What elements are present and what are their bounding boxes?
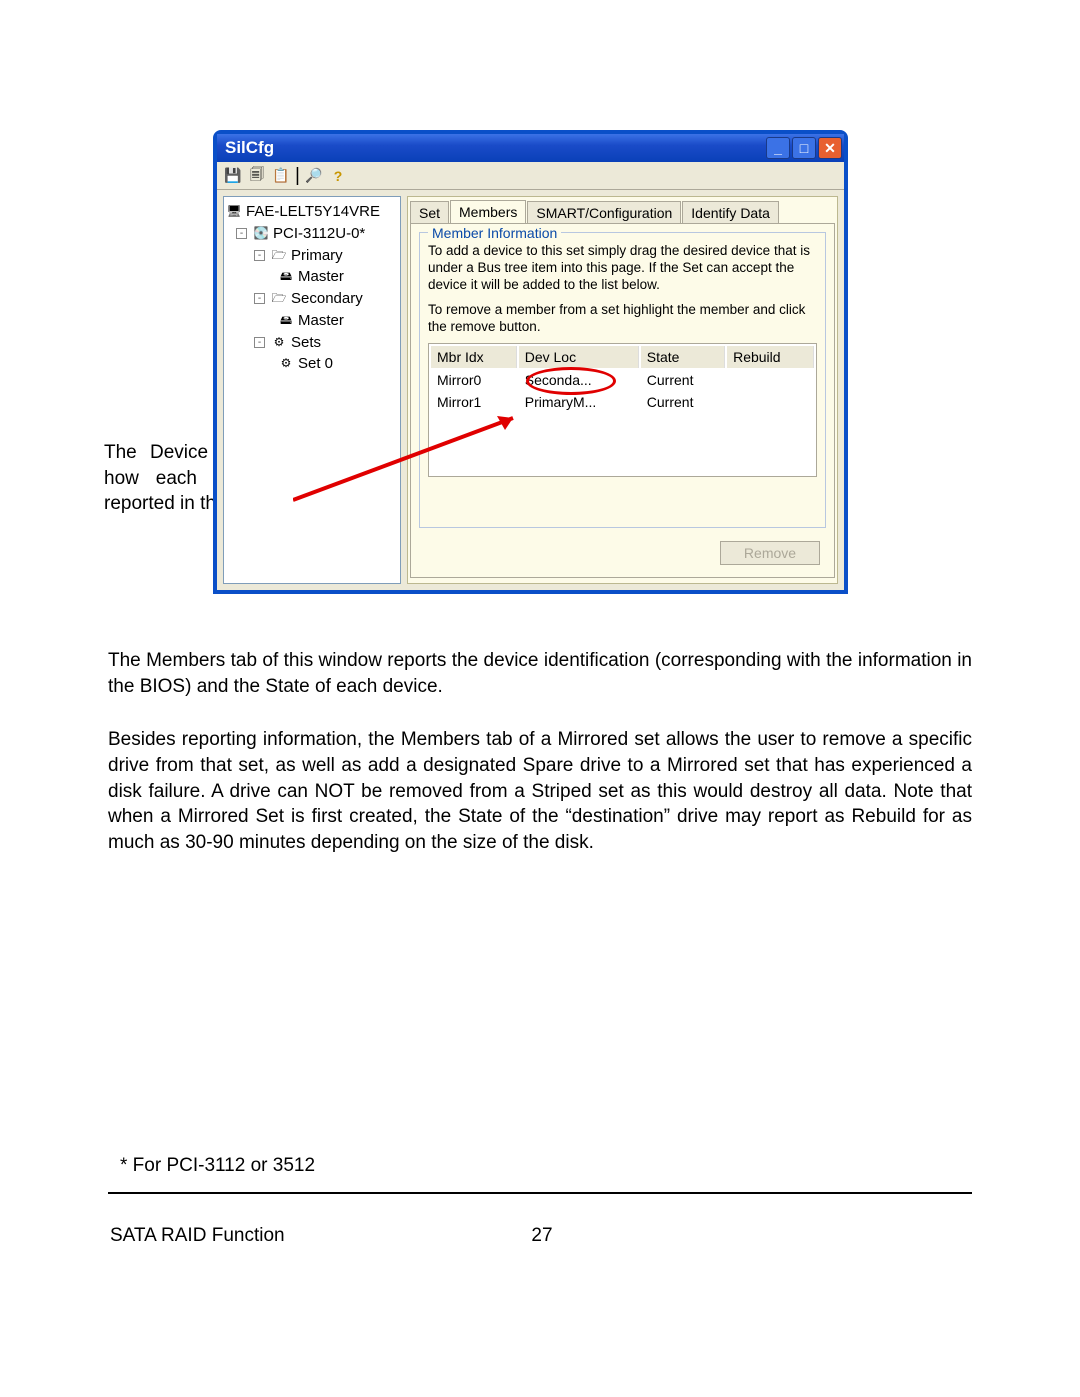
- set-icon: ⚙: [278, 357, 294, 371]
- tree-set0[interactable]: Set 0: [298, 353, 333, 375]
- col-dev-loc[interactable]: Dev Loc: [519, 346, 639, 368]
- table-row[interactable]: Mirror0 Seconda... Current: [431, 370, 814, 390]
- fieldset-legend: Member Information: [428, 225, 561, 241]
- sets-icon: ⚙: [271, 335, 287, 349]
- expander-icon[interactable]: -: [254, 293, 265, 304]
- tree-secondary-master[interactable]: Master: [298, 310, 344, 332]
- tree-primary-master[interactable]: Master: [298, 266, 344, 288]
- cell-rebuild: [727, 370, 814, 390]
- col-state[interactable]: State: [641, 346, 725, 368]
- expander-icon[interactable]: -: [254, 250, 265, 261]
- close-button[interactable]: ✕: [818, 137, 842, 159]
- cell-mbr: Mirror1: [431, 392, 517, 412]
- members-table[interactable]: Mbr Idx Dev Loc State Rebuild Mirror0 Se…: [428, 343, 817, 477]
- disk-icon: 🖴: [278, 314, 294, 328]
- col-rebuild[interactable]: Rebuild: [727, 346, 814, 368]
- disk-icon: 🖴: [278, 270, 294, 284]
- maximize-button[interactable]: □: [792, 137, 816, 159]
- device-tree[interactable]: 🖥FAE-LELT5Y14VRE -💽PCI-3112U-0* -🗁Primar…: [223, 196, 401, 584]
- page-footer: SATA RAID Function 27: [110, 1225, 974, 1247]
- toolbar: 💾 🗐 📋 | 🔎 ?: [217, 162, 844, 190]
- titlebar: SilCfg _ □ ✕: [217, 134, 844, 162]
- help-icon[interactable]: ?: [328, 166, 348, 186]
- col-mbr-idx[interactable]: Mbr Idx: [431, 346, 517, 368]
- figure-container: The Device Location refers to how each p…: [108, 130, 972, 620]
- paragraph-members-tab: The Members tab of this window reports t…: [108, 648, 972, 699]
- cell-dev: Seconda...: [519, 370, 639, 390]
- card-icon: 💽: [253, 227, 269, 241]
- footnote: * For PCI-3112 or 3512: [120, 1155, 315, 1177]
- tree-card[interactable]: PCI-3112U-0*: [273, 223, 365, 245]
- save-icon[interactable]: 💾: [223, 166, 243, 186]
- bus-icon: 🗁: [271, 248, 287, 262]
- window-title: SilCfg: [225, 138, 274, 158]
- cell-dev: PrimaryM...: [519, 392, 639, 412]
- tab-set[interactable]: Set: [410, 201, 449, 225]
- tree-secondary[interactable]: Secondary: [291, 288, 363, 310]
- footer-section-title: SATA RAID Function: [110, 1225, 285, 1247]
- tree-primary[interactable]: Primary: [291, 245, 343, 267]
- expander-icon[interactable]: -: [254, 337, 265, 348]
- remove-button[interactable]: Remove: [720, 541, 820, 565]
- computer-icon: 🖥: [226, 205, 242, 219]
- tree-sets[interactable]: Sets: [291, 332, 321, 354]
- tab-identify[interactable]: Identify Data: [682, 201, 779, 225]
- tree-root[interactable]: FAE-LELT5Y14VRE: [246, 201, 380, 223]
- paragraph-mirrored-set: Besides reporting information, the Membe…: [108, 727, 972, 855]
- silcfg-window: SilCfg _ □ ✕ 💾 🗐 📋 | 🔎 ? 🖥 FAE-LELT5Y14VR…: [213, 130, 848, 594]
- separator: |: [295, 165, 300, 187]
- find-icon[interactable]: 🔎: [304, 166, 324, 186]
- bus-icon: 🗁: [271, 292, 287, 306]
- member-info-fieldset: Member Information To add a device to th…: [419, 232, 826, 528]
- copy-icon[interactable]: 🗐: [247, 166, 267, 186]
- info-text-add: To add a device to this set simply drag …: [428, 243, 817, 294]
- content-panel: Set Members SMART/Configuration Identify…: [407, 196, 838, 584]
- tab-members[interactable]: Members: [450, 200, 526, 224]
- cell-mbr: Mirror0: [431, 370, 517, 390]
- minimize-button[interactable]: _: [766, 137, 790, 159]
- cell-state: Current: [641, 392, 725, 412]
- paste-icon[interactable]: 📋: [271, 166, 291, 186]
- cell-rebuild: [727, 392, 814, 412]
- info-text-remove: To remove a member from a set highlight …: [428, 302, 817, 336]
- table-row[interactable]: Mirror1 PrimaryM... Current: [431, 392, 814, 412]
- cell-state: Current: [641, 370, 725, 390]
- page-number: 27: [531, 1225, 552, 1247]
- footer-rule: [108, 1192, 972, 1194]
- tab-smart[interactable]: SMART/Configuration: [527, 201, 681, 225]
- expander-icon[interactable]: -: [236, 228, 247, 239]
